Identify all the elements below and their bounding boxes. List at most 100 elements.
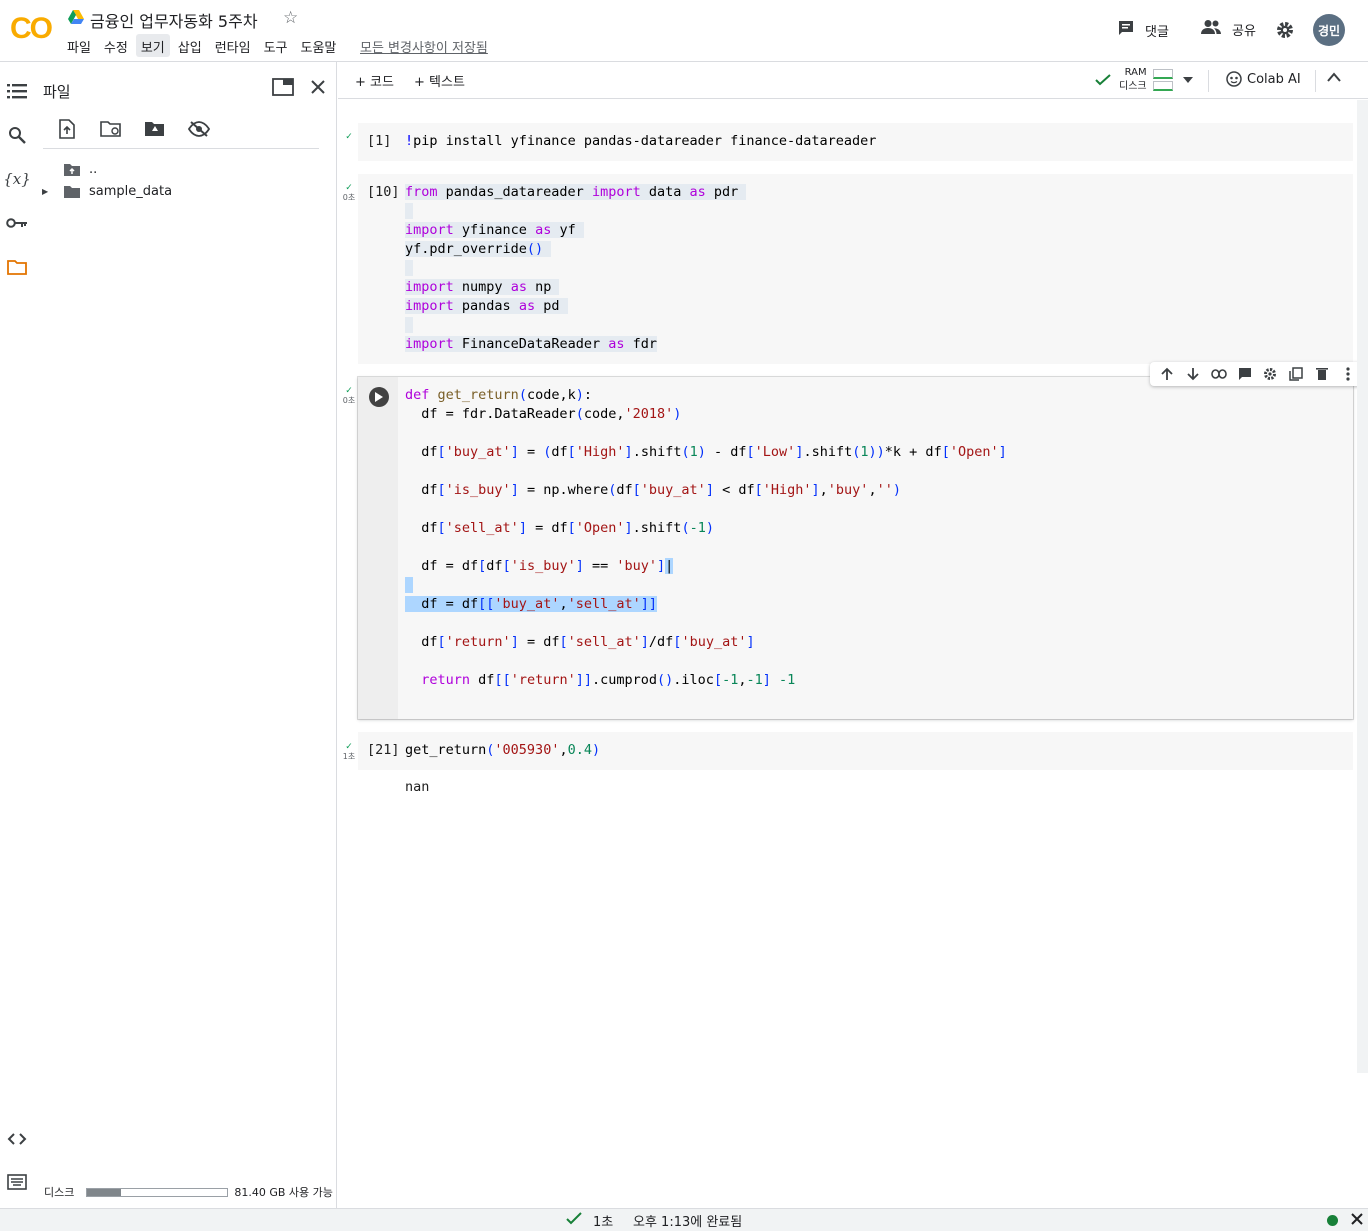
star-icon[interactable]: ☆ (283, 8, 298, 28)
move-down-icon[interactable] (1184, 365, 1202, 383)
code-editor[interactable]: def get_return(code,k): df = fdr.DataRea… (405, 386, 1007, 690)
refresh-folder-icon[interactable] (100, 118, 122, 140)
cell-status: ✓ 1초 (342, 742, 356, 762)
people-icon (1200, 19, 1222, 39)
close-panel-icon[interactable] (309, 78, 327, 100)
resource-monitor[interactable]: RAM 디스크 (1095, 66, 1193, 94)
settings-gear-icon[interactable] (1261, 365, 1279, 383)
upload-file-icon[interactable] (56, 118, 78, 140)
colab-ai-label: Colab AI (1247, 71, 1301, 87)
play-icon (375, 392, 383, 402)
settings-gear-icon[interactable] (1275, 20, 1295, 44)
disk-usage-bar (86, 1187, 229, 1197)
variables-icon[interactable]: {x} (3, 168, 31, 190)
user-avatar[interactable]: 경민 (1313, 14, 1345, 46)
code-cell[interactable]: [10] from pandas_datareader import data … (358, 174, 1353, 364)
disk-free-text: 81.40 GB 사용 가능 (234, 1186, 333, 1199)
menu-view[interactable]: 보기 (135, 34, 170, 57)
tree-parent-label: .. (89, 162, 98, 177)
mount-drive-icon[interactable] (144, 118, 166, 140)
disk-usage: 디스크 81.40 GB 사용 가능 (44, 1184, 333, 1200)
cell-exec-time: 0초 (342, 396, 356, 405)
menu-insert[interactable]: 삽입 (173, 34, 207, 57)
cell-status: ✓ 0초 (342, 386, 356, 406)
check-icon: ✓ (345, 742, 353, 752)
run-cell-button[interactable] (369, 387, 389, 407)
colab-ai-icon (1226, 71, 1242, 87)
check-icon: ✓ (345, 386, 353, 396)
ram-label: RAM (1124, 67, 1147, 78)
disk-label: 디스크 (44, 1186, 75, 1199)
close-icon[interactable] (1350, 1212, 1364, 1226)
folder-icon[interactable] (6, 256, 28, 278)
menu-tools[interactable]: 도구 (259, 34, 293, 57)
menu-edit[interactable]: 수정 (99, 34, 133, 57)
notebook-area: ✓ [1] !pip install yfinance pandas-datar… (338, 99, 1368, 1208)
search-icon[interactable] (6, 124, 28, 146)
comment-label: 댓글 (1145, 24, 1169, 40)
google-drive-icon (68, 9, 84, 28)
left-rail: {x} (0, 62, 34, 1208)
share-button[interactable]: 공유 (1200, 19, 1256, 39)
add-code-button[interactable]: + 코드 (355, 71, 394, 90)
completion-status[interactable]: 오후 1:13에 완료됨 (633, 1211, 742, 1230)
save-status-link[interactable]: 모든 변경사항이 저장됨 (360, 37, 488, 56)
file-panel: 파일 .. ▶ sample_data 디스크 81.40 GB 사용 가능 (34, 62, 337, 1208)
colab-ai-button[interactable]: Colab AI (1226, 71, 1301, 87)
folder-icon (64, 185, 80, 198)
divider (1315, 70, 1316, 92)
comment-icon[interactable] (1236, 365, 1254, 383)
cell-exec-time: 0초 (342, 193, 356, 202)
colab-logo[interactable]: CO (10, 12, 53, 46)
code-snippets-icon[interactable] (6, 1128, 28, 1150)
disk-usage-fill (87, 1188, 121, 1196)
hide-files-icon[interactable] (188, 118, 210, 140)
comment-icon (1117, 19, 1135, 41)
tree-parent-folder[interactable]: .. (63, 162, 97, 177)
chevron-up-icon[interactable] (1327, 72, 1341, 82)
check-icon: ✓ (345, 132, 353, 142)
code-editor[interactable]: !pip install yfinance pandas-datareader … (405, 132, 876, 151)
table-of-contents-icon[interactable] (6, 80, 28, 102)
chevron-down-icon[interactable] (1182, 77, 1193, 83)
cell-toolbar (1150, 362, 1365, 386)
file-panel-toolbar (56, 118, 210, 140)
code-editor[interactable]: from pandas_datareader import data as pd… (405, 183, 747, 354)
menu-runtime[interactable]: 런타임 (210, 34, 256, 57)
code-cell[interactable]: [21] get_return('005930',0.4) (358, 732, 1353, 770)
move-up-icon[interactable] (1158, 365, 1176, 383)
connected-check-icon (1095, 74, 1111, 86)
mirror-cell-icon[interactable] (1287, 365, 1305, 383)
add-text-button[interactable]: + 텍스트 (414, 71, 465, 90)
divider (43, 148, 319, 149)
cell-status: ✓ 0초 (342, 183, 356, 203)
scrollbar[interactable] (1357, 100, 1368, 1073)
folder-up-icon (64, 163, 80, 176)
menu-file[interactable]: 파일 (62, 34, 96, 57)
link-icon[interactable] (1210, 365, 1228, 383)
cell-status: ✓ (342, 133, 356, 142)
tree-folder-label: sample_data (89, 184, 173, 199)
ram-bar (1152, 69, 1173, 79)
terminal-icon[interactable] (6, 1171, 28, 1193)
more-vert-icon[interactable] (1339, 365, 1357, 383)
check-icon: ✓ (345, 183, 353, 193)
notebook-toolbar: + 코드 + 텍스트 RAM 디스크 Colab AI (338, 62, 1368, 99)
code-cell-focused[interactable]: def get_return(code,k): df = fdr.DataRea… (358, 362, 1365, 719)
key-icon[interactable] (6, 212, 28, 234)
delete-icon[interactable] (1313, 365, 1331, 383)
status-bar: 1초 오후 1:13에 완료됨 (0, 1208, 1368, 1231)
file-panel-title: 파일 (43, 83, 71, 101)
disk-label: 디스크 (1119, 81, 1147, 92)
expand-arrow-icon[interactable]: ▶ (42, 187, 55, 196)
open-in-tab-icon[interactable] (272, 78, 294, 100)
exec-count: [21] (367, 742, 400, 758)
notebook-title[interactable]: 금융인 업무자동화 5주차 (90, 8, 258, 32)
code-editor[interactable]: get_return('005930',0.4) (405, 741, 600, 760)
app-header: CO 금융인 업무자동화 5주차 ☆ 파일 수정 보기 삽입 런타임 도구 도움… (0, 0, 1368, 62)
code-cell[interactable]: [1] !pip install yfinance pandas-datarea… (358, 123, 1353, 161)
menu-help[interactable]: 도움말 (296, 34, 342, 57)
logo-text: CO (10, 12, 53, 45)
comment-button[interactable]: 댓글 (1117, 19, 1169, 41)
tree-folder-sample-data[interactable]: ▶ sample_data (42, 184, 172, 199)
